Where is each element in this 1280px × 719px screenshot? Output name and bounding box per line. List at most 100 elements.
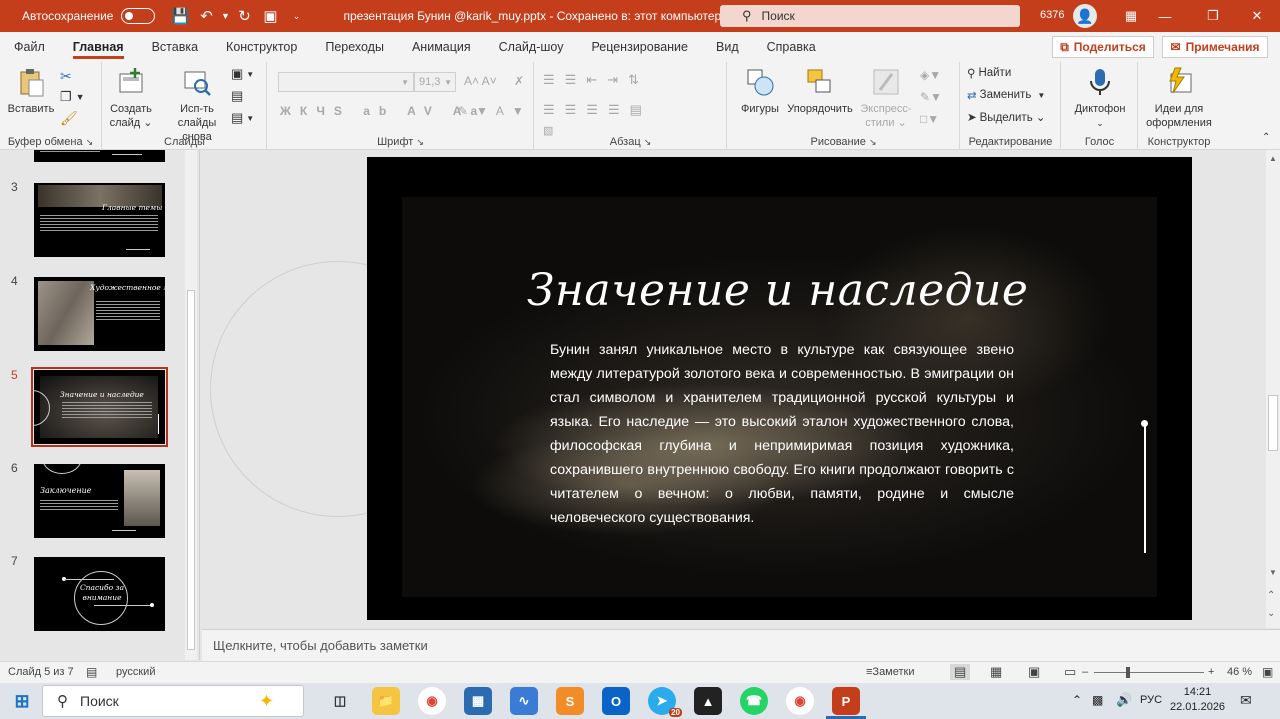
find-button[interactable]: ⚲ Найти xyxy=(967,66,1011,80)
slide[interactable]: Значение и наследие Бунин занял уникальн… xyxy=(367,157,1192,620)
network-icon[interactable]: ▩ xyxy=(1092,693,1103,707)
tab-transitions[interactable]: Переходы xyxy=(311,32,398,62)
reset-icon[interactable]: ▤ xyxy=(231,88,243,104)
quick-styles-button[interactable]: Экспресс-стили ⌄ xyxy=(856,66,916,130)
slide-title[interactable]: Значение и наследие xyxy=(527,265,1047,316)
thumbnail-slide-4[interactable]: Художественное мастерство xyxy=(34,277,165,351)
replace-button[interactable]: ⇄ Заменить ▼ xyxy=(967,88,1045,102)
format-painter-icon[interactable]: 🖌 xyxy=(60,110,78,127)
app-icon[interactable]: ▲ xyxy=(694,687,722,715)
slide-body-text[interactable]: Бунин занял уникальное место в культуре … xyxy=(550,338,1014,530)
design-ideas-button[interactable]: Идеи для оформления xyxy=(1143,66,1215,130)
shape-outline-icon[interactable]: ✎▼ xyxy=(920,90,942,104)
decorative-line[interactable] xyxy=(1144,423,1146,553)
font-size-combo[interactable]: 91,3 ▼ xyxy=(414,72,456,92)
scroll-up-icon[interactable]: ▲ xyxy=(1269,154,1277,163)
tab-file[interactable]: Файл xyxy=(0,32,59,62)
scrollbar-thumb[interactable] xyxy=(187,290,195,650)
undo-icon[interactable]: ↶ xyxy=(193,3,219,29)
redo-icon[interactable]: ↻ xyxy=(231,3,257,29)
search-input[interactable]: ⚲ Поиск xyxy=(720,5,1020,27)
volume-icon[interactable]: 🔊 xyxy=(1116,692,1132,708)
cut-icon[interactable]: ✂ xyxy=(60,68,72,85)
shape-fill-icon[interactable]: ◈▼ xyxy=(920,68,941,82)
slideshow-from-start-icon[interactable]: ▣ xyxy=(257,3,283,29)
outlook-icon[interactable]: O xyxy=(602,687,630,715)
paste-button[interactable]: Вставить xyxy=(6,66,56,116)
tab-animations[interactable]: Анимация xyxy=(398,32,485,62)
thumbnail-slide-2[interactable] xyxy=(34,150,165,162)
tab-help[interactable]: Справка xyxy=(753,32,830,62)
thumbnails-scrollbar[interactable] xyxy=(185,150,197,660)
input-language[interactable]: РУС xyxy=(1140,694,1162,706)
comments-button[interactable]: ✉ Примечания xyxy=(1162,36,1268,58)
select-button[interactable]: ➤ Выделить ⌄ xyxy=(967,110,1046,124)
accessibility-icon[interactable]: ▤ xyxy=(86,665,97,679)
restore-icon[interactable]: ❐ xyxy=(1190,0,1236,32)
zoom-slider[interactable] xyxy=(1094,672,1204,673)
clear-format-icon[interactable]: ✗ xyxy=(514,74,524,88)
zoom-out-icon[interactable]: – xyxy=(1082,666,1088,678)
thumbnail-slide-7[interactable]: Спасибо за внимание xyxy=(34,557,165,631)
minimize-icon[interactable]: — xyxy=(1142,0,1188,32)
zoom-in-icon[interactable]: + xyxy=(1208,666,1214,678)
reading-view-icon[interactable]: ▣ xyxy=(1028,664,1040,680)
tab-design[interactable]: Конструктор xyxy=(212,32,311,62)
tab-review[interactable]: Рецензирование xyxy=(577,32,702,62)
scroll-down-icon[interactable]: ▼ xyxy=(1269,568,1277,577)
autosave-toggle[interactable] xyxy=(121,8,156,24)
shapes-button[interactable]: Фигуры xyxy=(736,66,784,116)
telegram-icon[interactable]: ➤ 20 xyxy=(648,687,682,717)
show-hidden-icons[interactable]: ⌃ xyxy=(1072,693,1082,707)
powerpoint-icon[interactable]: P xyxy=(832,687,860,715)
font-name-combo[interactable]: ▼ xyxy=(278,72,414,92)
section-icon[interactable]: ▤ ▼ xyxy=(231,110,254,126)
fit-to-window-icon[interactable]: ▣ xyxy=(1262,665,1273,679)
shape-effects-icon[interactable]: □▼ xyxy=(920,112,939,126)
whatsapp-icon[interactable]: ☎ xyxy=(740,687,768,715)
sublime-icon[interactable]: S xyxy=(556,687,584,715)
task-view-icon[interactable]: ◫ xyxy=(326,687,354,715)
increase-font-icon[interactable]: A˄ A˅ xyxy=(464,74,497,88)
avatar[interactable]: 👤 xyxy=(1073,4,1097,28)
store-icon[interactable]: ▦ xyxy=(464,687,492,715)
notifications-icon[interactable]: ✉ xyxy=(1240,692,1252,709)
close-icon[interactable]: ✕ xyxy=(1234,0,1280,32)
tab-view[interactable]: Вид xyxy=(702,32,753,62)
notes-pane[interactable]: Щелкните, чтобы добавить заметки xyxy=(202,629,1280,661)
next-slide-icon[interactable]: ⌄ xyxy=(1267,608,1275,619)
undo-dropdown-icon[interactable]: ▼ xyxy=(219,3,231,29)
collapse-ribbon-icon[interactable]: ⌃ xyxy=(1262,132,1270,143)
autosave[interactable]: Автосохранение xyxy=(22,8,156,24)
zoom-level[interactable]: 46 % xyxy=(1227,666,1252,678)
scrollbar-thumb[interactable] xyxy=(1268,395,1278,451)
align-icons[interactable]: ☰☰☰☰▤ xyxy=(543,102,652,118)
chrome-icon[interactable]: ◉ xyxy=(418,687,446,715)
clock[interactable]: 14:21 22.01.2026 xyxy=(1170,685,1225,715)
font-color-icons[interactable]: ✎▼A▼ xyxy=(458,104,532,118)
tab-slideshow[interactable]: Слайд-шоу xyxy=(485,32,578,62)
customize-toolbar-icon[interactable]: ⌄ xyxy=(283,3,309,29)
previous-slide-icon[interactable]: ⌃ xyxy=(1267,590,1275,601)
dictate-dropdown-icon[interactable]: ⌄ xyxy=(1096,116,1104,130)
arrange-button[interactable]: Упорядочить xyxy=(784,66,856,116)
tab-home[interactable]: Главная xyxy=(59,32,138,62)
dictate-button[interactable]: Диктофон ⌄ xyxy=(1068,66,1132,130)
zoom-slider-thumb[interactable] xyxy=(1126,667,1130,678)
canvas-scrollbar[interactable]: ▲ ▼ ⌃ ⌄ xyxy=(1266,150,1280,628)
tab-insert[interactable]: Вставка xyxy=(138,32,212,62)
save-icon[interactable]: 💾 xyxy=(167,3,193,29)
file-explorer-icon[interactable]: 📁 xyxy=(372,687,400,715)
slide-sorter-icon[interactable]: ▦ xyxy=(990,664,1002,680)
reuse-slides-button[interactable]: Исп-ть слайды снова xyxy=(165,66,229,144)
share-button[interactable]: ⧉ Поделиться xyxy=(1052,36,1154,58)
new-slide-button[interactable]: Создать слайд ⌄ xyxy=(105,66,157,130)
document-title[interactable]: презентация Бунин @karik_muy.pptx - Сохр… xyxy=(343,9,734,23)
font-style-buttons[interactable]: ЖКЧS ab AV Aa xyxy=(280,104,486,118)
thumbnail-slide-6[interactable]: Заключение xyxy=(34,464,165,538)
notes-toggle[interactable]: ≡Заметки xyxy=(866,666,915,678)
python-icon[interactable]: ∿ xyxy=(510,687,538,715)
layout-icon[interactable]: ▣ ▼ xyxy=(231,66,254,82)
taskbar-search-input[interactable]: ⚲ Поиск ✦ xyxy=(42,685,304,717)
copy-icon[interactable]: ❐ ▼ xyxy=(60,89,85,105)
